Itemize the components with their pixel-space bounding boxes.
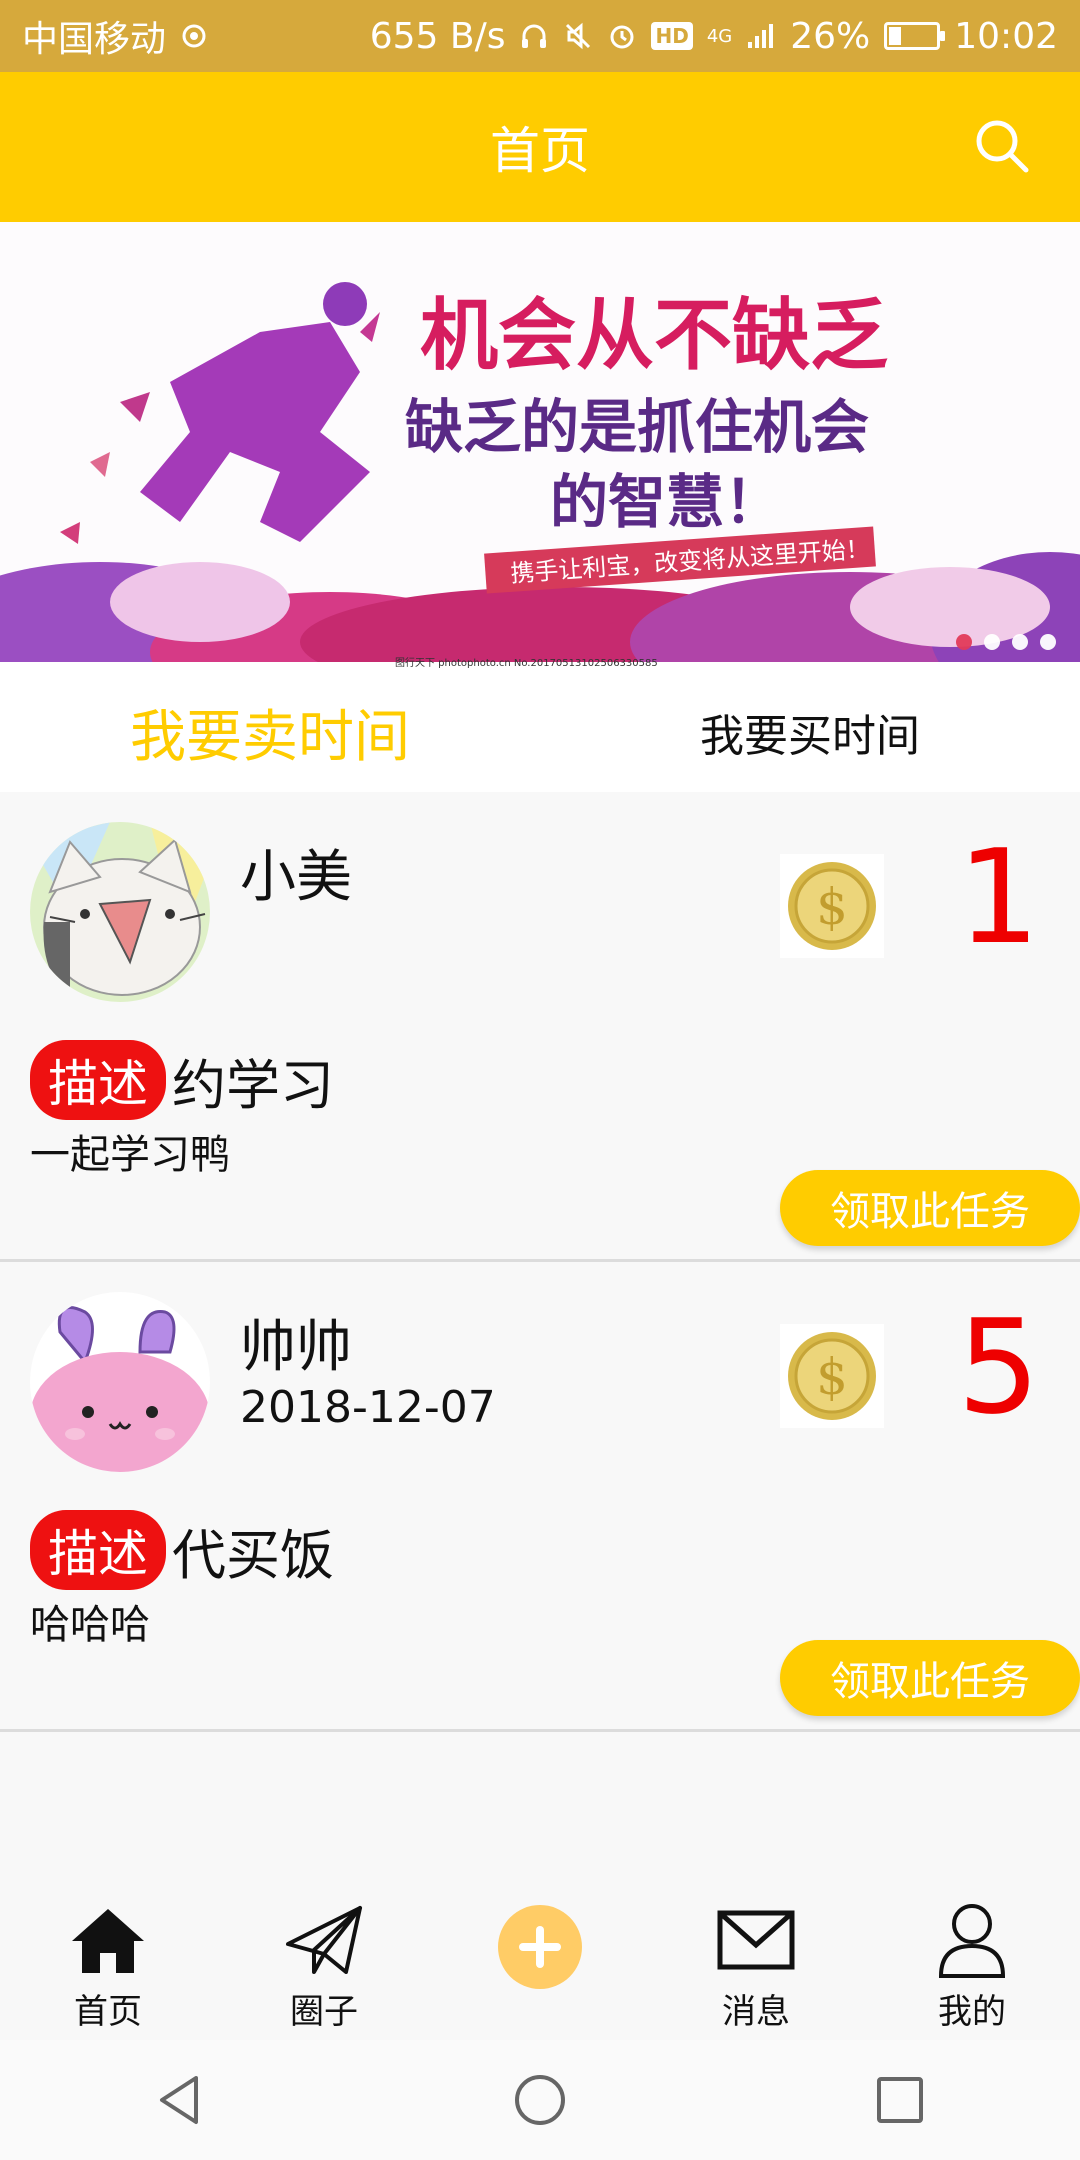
task-title: 代买饭: [172, 1523, 334, 1587]
hd-badge: HD: [651, 22, 693, 50]
add-button[interactable]: [498, 1905, 582, 1989]
carousel-dot[interactable]: [1040, 634, 1056, 650]
net-speed-label: 655 B/s: [369, 15, 506, 57]
task-date: 2018-12-07: [240, 1382, 496, 1433]
avatar: [30, 1292, 210, 1472]
header-bar: 首页: [0, 72, 1080, 222]
user-icon: [938, 1904, 1006, 1978]
accept-task-button[interactable]: 领取此任务: [780, 1170, 1080, 1246]
banner-carousel[interactable]: 机会从不缺乏 缺乏的是抓住机会 的智慧！ 携手让利宝，改变将从这里开始！ 图行天…: [0, 222, 1080, 672]
carousel-dot[interactable]: [1012, 634, 1028, 650]
coin-icon: $: [780, 1324, 884, 1428]
battery-icon: [884, 22, 946, 50]
banner-line3: 的智慧！: [550, 468, 782, 536]
price-value: 1: [957, 821, 1040, 973]
task-card[interactable]: 帅帅 2018-12-07 $ 5 描述 代买饭 哈哈哈 领取此任务: [0, 1262, 1080, 1732]
user-name: 小美: [240, 845, 352, 910]
search-button[interactable]: [972, 116, 1032, 176]
signal-icon: [748, 24, 774, 48]
description-badge: 描述: [30, 1510, 166, 1590]
bunny-avatar-image: [30, 1292, 210, 1472]
carrier-label: 中国移动: [22, 19, 167, 60]
banner-image: 机会从不缺乏 缺乏的是抓住机会 的智慧！ 携手让利宝，改变将从这里开始！ 图行天…: [0, 222, 1080, 672]
system-nav-bar: [0, 2040, 1080, 2160]
mute-icon: [566, 22, 591, 50]
task-description: 哈哈哈: [30, 1602, 150, 1648]
network-type: 4G: [706, 25, 733, 47]
banner-watermark: 图行天下 photophoto.cn No.201705131025063305…: [395, 656, 658, 669]
bottom-nav: 首页 圈子 消息 我的: [0, 1885, 1080, 2040]
tab-sell-time[interactable]: 我要卖时间: [0, 672, 540, 792]
back-icon[interactable]: [150, 2070, 210, 2130]
nav-profile[interactable]: 我的: [864, 1885, 1080, 2040]
search-icon: [976, 120, 1029, 173]
price-value: 5: [957, 1291, 1040, 1443]
description-badge: 描述: [30, 1040, 166, 1120]
carousel-dots: [956, 634, 1056, 650]
carousel-dot[interactable]: [956, 634, 972, 650]
task-card[interactable]: 小美 $ 1 描述 约学习 一起学习鸭 领取此任务: [0, 792, 1080, 1262]
description-row: 描述 代买饭: [30, 1510, 334, 1590]
home-icon: [72, 1909, 144, 1973]
page-title: 首页: [490, 122, 590, 180]
nav-label: 消息: [722, 1992, 790, 2032]
carousel-dot[interactable]: [984, 634, 1000, 650]
nav-circle[interactable]: 圈子: [216, 1885, 432, 2040]
clock: 10:02: [954, 15, 1058, 57]
home-circle-icon[interactable]: [510, 2070, 570, 2130]
svg-text:$: $: [816, 878, 848, 936]
nav-label: 我的: [938, 1992, 1006, 2032]
banner-line1: 机会从不缺乏: [420, 291, 888, 381]
mail-icon: [717, 1910, 795, 1970]
tab-bar: 我要卖时间 我要买时间: [0, 672, 1080, 792]
status-bar: 中国移动 655 B/s HD 4G 26% 10:02: [0, 0, 1080, 72]
nav-add[interactable]: [432, 1885, 648, 2040]
nav-label: 首页: [74, 1992, 142, 2032]
svg-text:$: $: [816, 1348, 848, 1406]
task-list: 小美 $ 1 描述 约学习 一起学习鸭 领取此任务 帅帅 2018-12-07 …: [0, 792, 1080, 1732]
paper-plane-icon: [286, 1906, 362, 1974]
avatar: [30, 822, 210, 1002]
task-title: 约学习: [172, 1053, 334, 1117]
nav-home[interactable]: 首页: [0, 1885, 216, 2040]
plus-icon: [519, 1926, 561, 1968]
cat-avatar-image: [30, 822, 210, 1002]
headphones-icon: [522, 24, 547, 48]
coin-icon: $: [780, 854, 884, 958]
nav-messages[interactable]: 消息: [648, 1885, 864, 2040]
accept-task-button[interactable]: 领取此任务: [780, 1640, 1080, 1716]
task-description: 一起学习鸭: [30, 1132, 230, 1178]
tab-buy-time[interactable]: 我要买时间: [540, 672, 1080, 792]
user-name: 帅帅: [240, 1315, 352, 1380]
banner-line2: 缺乏的是抓住机会: [405, 393, 869, 461]
recents-icon[interactable]: [870, 2070, 930, 2130]
description-row: 描述 约学习: [30, 1040, 334, 1120]
nav-label: 圈子: [290, 1992, 358, 2032]
alarm-icon: [610, 25, 634, 49]
battery-percent: 26%: [790, 15, 871, 57]
sync-icon: [182, 24, 206, 48]
